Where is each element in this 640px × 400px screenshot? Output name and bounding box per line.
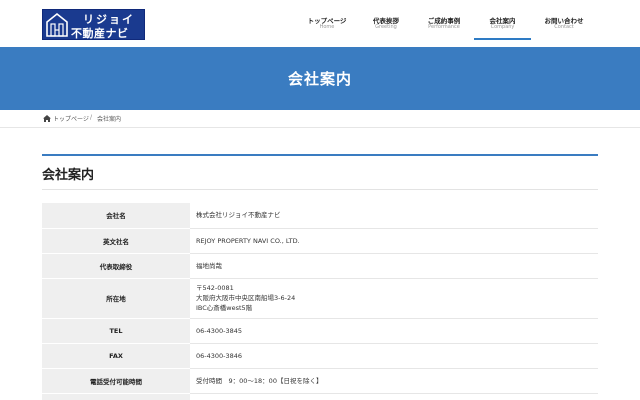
table-row: 代表取締役 福地尚哉 — [42, 253, 598, 279]
row-label: 会社名 — [42, 203, 190, 229]
page-hero: 会社案内 — [0, 47, 640, 110]
section-divider — [42, 189, 598, 190]
house-logo-icon — [46, 13, 68, 37]
nav-sublabel: Performance — [428, 24, 460, 30]
logo-text-line2: 不動産ナビ — [71, 27, 129, 40]
row-value: 受付時間 9：00〜18：00【日祝を除く】 — [190, 368, 598, 394]
row-value: 06-4300-3845 — [190, 318, 598, 344]
row-value-multiline: 〒542-0081 大阪府大阪市中央区南船場3-6-24 IBC心斎橋west5… — [190, 278, 598, 319]
breadcrumb-separator: / — [90, 114, 93, 121]
nav-active-indicator — [474, 38, 531, 40]
nav-sublabel: Company — [490, 24, 515, 30]
breadcrumb-current: 会社案内 — [97, 116, 122, 123]
nav-item-greeting[interactable]: 代表挨拶 Greeting — [360, 0, 412, 40]
address-line: 大阪府大阪市中央区南船場3-6-24 — [196, 294, 296, 302]
nav-item-contact[interactable]: お問い合わせ Contact — [533, 0, 595, 40]
table-row: 会社名 株式会社リジョイ不動産ナビ — [42, 203, 598, 229]
nav-sublabel: Home — [319, 24, 335, 30]
site-logo[interactable]: リジョイ 不動産ナビ — [42, 9, 145, 40]
table-row: 所在地 〒542-0081 大阪府大阪市中央区南船場3-6-24 IBC心斎橋w… — [42, 278, 598, 319]
table-row — [42, 393, 598, 400]
breadcrumb-home-link[interactable]: トップページ — [53, 114, 89, 123]
table-row: 英文社名 REJOY PROPERTY NAVI CO., LTD. — [42, 228, 598, 254]
building-line: IBC心斎橋west5階 — [196, 304, 253, 312]
row-label: 所在地 — [42, 278, 190, 319]
company-info-table: 会社名 株式会社リジョイ不動産ナビ 英文社名 REJOY PROPERTY NA… — [42, 203, 598, 400]
breadcrumb: トップページ / 会社案内 — [0, 110, 640, 128]
home-icon — [43, 115, 51, 122]
row-label: 電話受付可能時間 — [42, 368, 190, 394]
nav-sublabel: Contact — [554, 24, 574, 30]
section-title: 会社案内 — [42, 168, 95, 183]
nav-item-company[interactable]: 会社案内 Company — [474, 0, 531, 40]
row-value: 06-4300-3846 — [190, 343, 598, 369]
table-row: 電話受付可能時間 受付時間 9：00〜18：00【日祝を除く】 — [42, 368, 598, 394]
nav-item-home[interactable]: トップページ Home — [296, 0, 358, 40]
row-value — [190, 393, 598, 400]
row-label: TEL — [42, 318, 190, 344]
row-label: 英文社名 — [42, 228, 190, 254]
row-label — [42, 393, 190, 400]
nav-item-performance[interactable]: ご成約事例 Performance — [416, 0, 472, 40]
row-value: 福地尚哉 — [190, 253, 598, 279]
nav-sublabel: Greeting — [375, 24, 397, 30]
row-label: 代表取締役 — [42, 253, 190, 279]
row-value: 株式会社リジョイ不動産ナビ — [190, 203, 598, 229]
section-top-rule — [42, 154, 598, 156]
site-header: リジョイ 不動産ナビ トップページ Home 代表挨拶 Greeting ご成約… — [0, 0, 640, 47]
postal-code: 〒542-0081 — [196, 284, 234, 292]
row-label: FAX — [42, 343, 190, 369]
table-row: FAX 06-4300-3846 — [42, 343, 598, 369]
table-row: TEL 06-4300-3845 — [42, 318, 598, 344]
page-title: 会社案内 — [287, 70, 352, 88]
row-value: REJOY PROPERTY NAVI CO., LTD. — [190, 228, 598, 254]
